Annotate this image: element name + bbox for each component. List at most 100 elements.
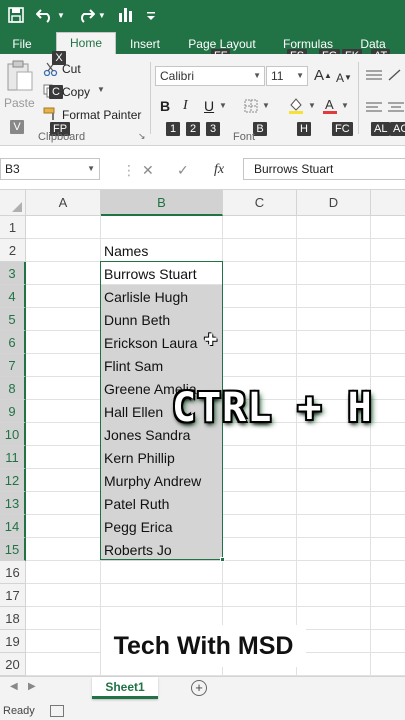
gridline [370, 216, 371, 676]
increase-font-icon[interactable]: A▲ [314, 68, 332, 84]
copy-dropdown-icon[interactable]: ▼ [97, 85, 105, 94]
quick-access-toolbar: ▼ ▼ [0, 0, 405, 30]
sheet-prev-icon[interactable]: ◀ [10, 681, 18, 692]
redo-dropdown-icon[interactable]: ▼ [98, 11, 106, 20]
fill-handle[interactable] [220, 557, 225, 562]
keytip-c: C [49, 85, 63, 99]
redo-icon[interactable] [77, 7, 95, 23]
row-header-11[interactable]: 11 [0, 446, 26, 469]
cut-button[interactable]: Cut [62, 62, 81, 76]
paste-button[interactable]: Paste [4, 96, 35, 110]
row-header-12[interactable]: 12 [0, 469, 26, 492]
font-size-combo[interactable]: 11 ▼ [266, 66, 308, 86]
keytip-v: V [10, 120, 24, 134]
undo-icon[interactable] [36, 7, 54, 23]
macro-record-icon[interactable] [50, 705, 64, 717]
bold-button[interactable]: B [160, 98, 170, 114]
undo-dropdown-icon[interactable]: ▼ [57, 11, 65, 20]
gridline [26, 583, 405, 584]
brand-watermark: Tech With MSD [101, 625, 306, 667]
sheet-tab-sheet1[interactable]: Sheet1 [92, 677, 158, 699]
formula-input[interactable]: Burrows Stuart [243, 158, 405, 180]
row-header-10[interactable]: 10 [0, 423, 26, 446]
keytip-b: B [253, 122, 267, 136]
chevron-down-icon[interactable]: ▼ [296, 67, 304, 85]
row-header-9[interactable]: 9 [0, 400, 26, 423]
row-header-13[interactable]: 13 [0, 492, 26, 515]
cell-b2[interactable]: Names [101, 239, 222, 262]
font-name-value: Calibri [160, 69, 195, 83]
italic-button[interactable]: I [183, 98, 188, 114]
row-header-8[interactable]: 8 [0, 377, 26, 400]
row-header-2[interactable]: 2 [0, 239, 26, 262]
insert-function-button[interactable]: fx [214, 162, 224, 178]
tab-insert[interactable]: Insert [122, 34, 168, 54]
row-header-3[interactable]: 3 [0, 262, 26, 285]
column-header-a[interactable]: A [26, 190, 101, 216]
fill-color-dropdown-icon[interactable]: ▼ [308, 101, 316, 110]
keytip-2: 2 [186, 122, 200, 136]
font-size-value: 11 [271, 69, 284, 83]
group-divider [150, 62, 151, 134]
orientation-icon[interactable] [388, 68, 402, 84]
align-top-icon[interactable] [366, 68, 382, 84]
row-header-5[interactable]: 5 [0, 308, 26, 331]
fill-color-icon[interactable] [288, 97, 304, 118]
name-box[interactable]: B3 ▼ [0, 158, 100, 180]
underline-dropdown-icon[interactable]: ▼ [219, 101, 227, 110]
font-color-dropdown-icon[interactable]: ▼ [341, 101, 349, 110]
align-left-icon[interactable] [366, 100, 382, 116]
borders-icon[interactable] [244, 99, 258, 116]
align-center-icon[interactable] [388, 100, 404, 116]
borders-dropdown-icon[interactable]: ▼ [262, 101, 270, 110]
select-all-button[interactable] [0, 190, 26, 216]
keytip-3: 3 [206, 122, 220, 136]
row-header-6[interactable]: 6 [0, 331, 26, 354]
customize-icon[interactable] [146, 9, 156, 21]
status-bar: Ready [0, 702, 405, 720]
svg-text:A: A [325, 97, 334, 112]
chart-icon[interactable] [118, 7, 134, 23]
row-header-19[interactable]: 19 [0, 630, 26, 653]
sheet-next-icon[interactable]: ▶ [28, 681, 36, 692]
cancel-icon[interactable]: ✕ [142, 162, 154, 179]
format-painter-button[interactable]: Format Painter [62, 108, 141, 122]
clipboard-launcher-icon[interactable]: ↘ [138, 131, 146, 142]
chevron-down-icon[interactable]: ▼ [87, 159, 95, 179]
paste-icon[interactable] [6, 60, 34, 95]
row-header-7[interactable]: 7 [0, 354, 26, 377]
keytip-ac: AC [390, 122, 405, 136]
row-header-18[interactable]: 18 [0, 607, 26, 630]
check-icon[interactable]: ✓ [177, 162, 189, 179]
font-group-label: Font [233, 131, 256, 143]
chevron-down-icon[interactable]: ▼ [253, 67, 261, 85]
column-header-b[interactable]: B [101, 190, 223, 216]
save-icon[interactable] [8, 7, 24, 23]
font-color-icon[interactable]: A [323, 97, 337, 118]
row-header-1[interactable]: 1 [0, 216, 26, 239]
group-divider [358, 62, 359, 134]
row-header-14[interactable]: 14 [0, 515, 26, 538]
worksheet-grid[interactable]: A B C D 1 2 3 4 5 6 7 8 9 10 11 12 13 14 15 16 17 18 19 20 … [0, 190, 405, 676]
row-header-15[interactable]: 15 [0, 538, 26, 561]
row-header-4[interactable]: 4 [0, 285, 26, 308]
row-header-20[interactable]: 20 [0, 653, 26, 676]
column-header-c[interactable]: C [223, 190, 297, 216]
copy-button[interactable]: Copy [62, 85, 90, 99]
underline-button[interactable]: U [204, 98, 214, 114]
keytip-al: AL [371, 122, 391, 136]
font-name-combo[interactable]: Calibri ▼ [155, 66, 265, 86]
status-text: Ready [3, 705, 35, 717]
column-header-d[interactable]: D [297, 190, 371, 216]
gridline [26, 606, 405, 607]
gridline [296, 216, 297, 676]
ribbon-home: Paste V X Cut C Copy ▼ Format Painter FP… [0, 51, 405, 146]
decrease-font-icon[interactable]: A▼ [336, 70, 352, 86]
formula-bar: B3 ▼ ⋮ ✕ ✓ fx Burrows Stuart [0, 146, 405, 190]
row-header-17[interactable]: 17 [0, 584, 26, 607]
column-header-e[interactable] [371, 190, 405, 216]
add-sheet-icon[interactable]: + [191, 680, 207, 696]
cell-cursor-icon: ✚ [204, 332, 218, 349]
row-header-16[interactable]: 16 [0, 561, 26, 584]
tab-file[interactable]: File [4, 34, 40, 54]
